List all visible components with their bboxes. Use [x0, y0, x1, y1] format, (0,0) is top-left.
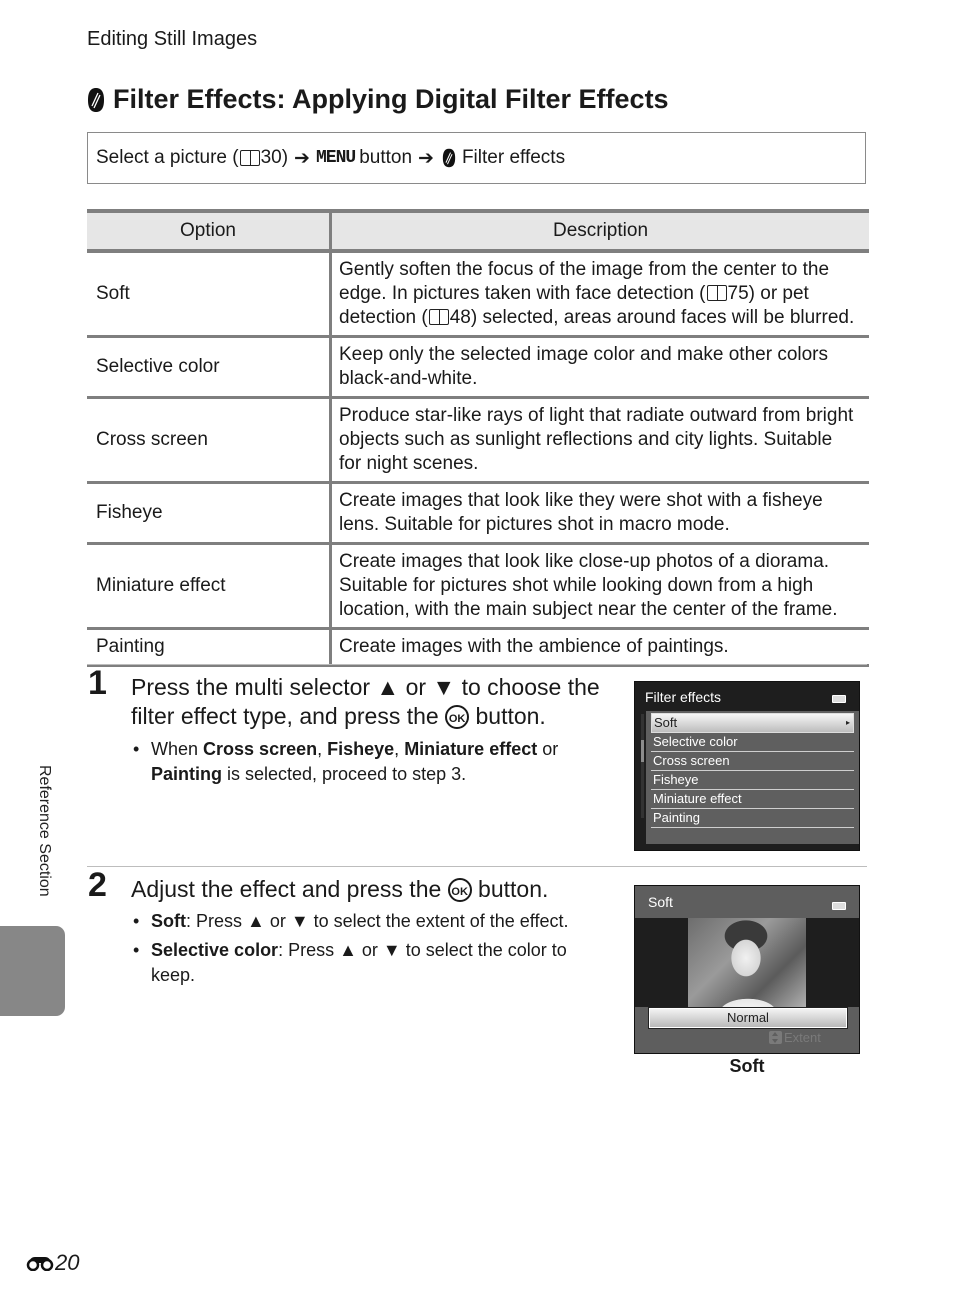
camera-menu-item-painting[interactable]: Painting — [651, 809, 854, 828]
battery-icon — [832, 902, 846, 910]
table-row: Soft Gently soften the focus of the imag… — [87, 251, 869, 338]
book-icon — [706, 285, 727, 301]
camera-screen-title: Filter effects — [645, 689, 721, 705]
column-header-description: Description — [330, 209, 869, 253]
camera-menu-item-miniature-effect[interactable]: Miniature effect — [651, 790, 854, 809]
extent-value[interactable]: Normal — [648, 1007, 848, 1029]
column-header-option: Option — [87, 209, 332, 253]
camera-menu-list: Soft ▸ Selective color Cross screen Fishe… — [651, 713, 854, 828]
binoculars-reference-icon — [26, 1257, 54, 1271]
nav-text: Select a picture ( — [96, 147, 239, 168]
step-divider — [87, 866, 867, 867]
description-cell: Create images that look like they were s… — [330, 482, 869, 545]
step-divider — [87, 664, 867, 665]
arrow-right-icon: ➔ — [294, 147, 310, 169]
camera-screen-title: Soft — [648, 894, 673, 910]
book-icon — [239, 150, 260, 166]
menu-button-label: MENU — [315, 148, 356, 168]
camera-menu-item-selective-color[interactable]: Selective color — [651, 733, 854, 752]
sidebar-section-label: Reference Section — [36, 765, 53, 897]
filter-effects-icon — [442, 148, 456, 168]
description-cell: Keep only the selected image color and m… — [330, 336, 869, 399]
table-row: Painting Create images with the ambience… — [87, 628, 869, 667]
navigation-path: Select a picture ( 30 ) ➔ MENU button ➔ … — [87, 132, 866, 184]
nav-text: ) — [281, 147, 289, 168]
option-cell: Soft — [87, 251, 332, 338]
table-row: Selective color Keep only the selected i… — [87, 336, 869, 399]
description-cell: Create images with the ambience of paint… — [330, 628, 869, 667]
camera-screen-filter-menu: Filter effects Soft ▸ Selective color Cro… — [634, 681, 860, 851]
option-cell: Fisheye — [87, 482, 332, 545]
up-down-selector-icon — [769, 1031, 782, 1044]
section-header: Editing Still Images — [87, 28, 258, 50]
option-cell: Cross screen — [87, 397, 332, 484]
step-1-instruction: Press the multi selector ▲ or ▼ to choos… — [131, 674, 600, 729]
scrollbar-track — [641, 714, 644, 818]
nav-text: button — [359, 147, 413, 168]
table-row: Cross screen Produce star-like rays of l… — [87, 397, 869, 484]
step-1-notes: When Cross screen, Fisheye, Miniature ef… — [131, 737, 601, 791]
ok-button-icon: OK — [447, 878, 472, 902]
step-number: 2 — [88, 866, 107, 904]
note-item: Soft: Press ▲ or ▼ to select the extent … — [131, 909, 601, 934]
note-item: When Cross screen, Fisheye, Miniature ef… — [131, 737, 601, 787]
camera-menu-item-fisheye[interactable]: Fisheye — [651, 771, 854, 790]
table-row: Miniature effect Create images that look… — [87, 543, 869, 630]
option-cell: Painting — [87, 628, 332, 667]
description-cell: Gently soften the focus of the image fro… — [330, 251, 869, 338]
sidebar-section-tab — [0, 926, 65, 1016]
step-2-instruction: Adjust the effect and press the OK butto… — [131, 876, 549, 902]
description-cell: Create images that look like close-up ph… — [330, 543, 869, 630]
extent-hint: Extent — [769, 1030, 821, 1045]
scrollbar-thumb — [641, 740, 644, 762]
ok-button-icon: OK — [445, 705, 470, 729]
screen-caption: Soft — [729, 1056, 765, 1076]
camera-screen-soft: Soft Normal Extent — [634, 885, 860, 1054]
option-cell: Miniature effect — [87, 543, 332, 630]
arrow-right-icon: ➔ — [418, 147, 434, 169]
nav-ref-page: 30 — [260, 147, 282, 168]
camera-menu-item-cross-screen[interactable]: Cross screen — [651, 752, 854, 771]
filter-effects-icon — [88, 87, 104, 112]
page-title: Filter Effects: Applying Digital Filter … — [87, 84, 669, 115]
nav-filter-label: Filter effects — [461, 147, 566, 168]
submenu-arrow-icon: ▸ — [845, 718, 850, 727]
book-icon — [428, 309, 449, 325]
preview-photo-portrait — [688, 918, 806, 1007]
step-2-notes: Soft: Press ▲ or ▼ to select the extent … — [131, 909, 601, 992]
table-row: Fisheye Create images that look like the… — [87, 482, 869, 545]
description-cell: Produce star-like rays of light that rad… — [330, 397, 869, 484]
step-number: 1 — [88, 664, 107, 702]
camera-menu-item-soft[interactable]: Soft ▸ — [651, 713, 854, 733]
battery-icon — [832, 695, 846, 703]
page-title-text: Filter Effects: Applying Digital Filter … — [113, 84, 669, 114]
page-number: 20 — [26, 1250, 79, 1276]
table-header-row: Option Description — [87, 209, 869, 253]
filter-options-table: Option Description Soft Gently soften th… — [87, 209, 869, 667]
option-cell: Selective color — [87, 336, 332, 399]
note-item: Selective color: Press ▲ or ▼ to select … — [131, 938, 601, 988]
